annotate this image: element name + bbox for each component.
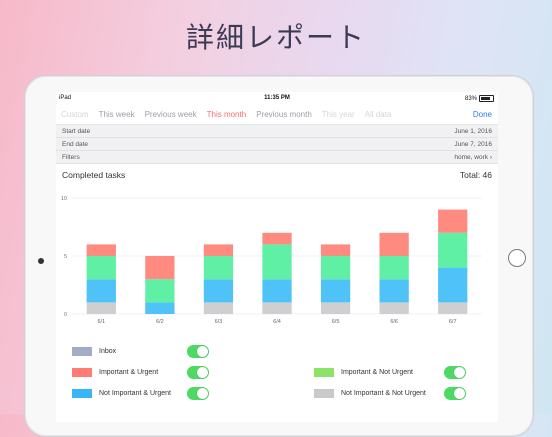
bar-segment [262,279,292,303]
filters-value-group: home, work › [454,154,492,161]
x-tick-label: 6/7 [449,319,457,325]
tab-previous-month[interactable]: Previous month [251,110,317,119]
filters-label: Filters [62,153,80,161]
bar-segment [145,279,175,303]
bar-segment [379,256,409,280]
filters-value: home, work [454,153,489,161]
important-not-urgent-toggle[interactable] [444,365,466,379]
chart-header: Completed tasks Total: 46 [56,164,498,180]
chevron-right-icon: › [489,153,492,161]
battery-group: 83% [465,95,494,102]
battery-icon [479,95,494,102]
not-important-not-urgent-toggle[interactable] [444,386,466,400]
tab-previous-week[interactable]: Previous week [140,110,202,119]
legend-swatch [314,388,334,398]
x-tick-label: 6/6 [390,319,398,325]
legend-item-not-important-not-urgent: Not Important & Not Urgent [314,386,466,400]
headline: 詳細レポート [185,21,366,54]
legend-label: Important & Not Urgent [341,368,413,376]
legend-swatch [72,346,92,356]
bar-segment [203,256,234,280]
legend-item-not-important-urgent: Not Important & Urgent [72,386,209,400]
clock: 11:35 PM [264,95,290,101]
bar-segment [438,232,468,268]
bar-segment [262,244,292,280]
bar-segment [262,232,292,245]
legend-item-important-urgent: Important & Urgent [72,365,209,379]
bar-segment [438,267,468,303]
bar-segment [262,302,292,314]
total-count: Total: 46 [459,170,492,180]
legend-swatch [314,367,334,377]
x-tick-label: 6/3 [215,319,223,325]
bar-segment [379,279,409,303]
tab-this-week[interactable]: This week [94,110,140,119]
filter-panel: Start date June 1, 2016 End date June 7,… [56,125,498,164]
bar-segment [86,244,116,256]
x-tick-label: 6/1 [97,319,105,325]
tab-all-data[interactable]: All data [360,110,397,119]
start-date-value: June 1, 2016 [454,127,492,135]
start-date-row[interactable]: Start date June 1, 2016 [56,125,498,138]
bar-segment [203,302,234,314]
legend-swatch [72,367,92,377]
tab-this-year[interactable]: This year [317,110,360,119]
bar-segment [438,302,468,314]
inbox-toggle[interactable] [187,344,209,358]
y-tick-label: 0 [64,312,67,318]
x-tick-label: 6/4 [273,319,281,325]
camera [38,258,44,264]
bar-segment [145,302,175,314]
bar-segment [320,279,351,303]
bar-segment [86,256,116,280]
end-date-label: End date [62,140,89,148]
legend-label: Important & Urgent [99,368,159,376]
filters-row[interactable]: Filters home, work › [56,151,498,164]
app-screen: iPad 11:35 PM 83% Custom This week Previ… [56,92,498,422]
not-important-urgent-toggle[interactable] [187,386,209,400]
bar-segment [379,232,409,256]
bar-segment [86,279,116,303]
end-date-value: June 7, 2016 [454,140,492,148]
bar-segment [203,279,234,303]
bar-segment [320,244,351,256]
tab-custom[interactable]: Custom [56,110,94,119]
legend-label: Not Important & Urgent [99,389,171,397]
x-tick-label: 6/2 [156,319,164,325]
y-tick-label: 5 [64,254,67,260]
completed-tasks-chart: 0 5 10 6/1 6/2 6/3 6/4 6/5 6/6 6/7 [61,196,482,325]
y-tick-label: 10 [61,196,67,202]
end-date-row[interactable]: End date June 7, 2016 [56,138,498,151]
done-button[interactable]: Done [473,110,492,119]
tab-this-month[interactable]: This month [202,110,252,119]
bar-segment [379,302,409,314]
x-tick-label: 6/5 [332,319,340,325]
important-urgent-toggle[interactable] [187,365,209,379]
bar-segment [203,244,234,256]
bar-segment [86,302,116,314]
chart-title: Completed tasks [62,170,126,180]
bar-segment [438,209,468,233]
status-bar: iPad 11:35 PM 83% [56,92,498,104]
legend-item-important-not-urgent: Important & Not Urgent [314,365,466,379]
home-button[interactable] [508,249,526,267]
start-date-label: Start date [62,127,91,135]
legend-label: Not Important & Not Urgent [341,389,426,397]
legend-label: Inbox [99,347,117,355]
legend-item-inbox: Inbox [72,344,209,358]
period-tabs: Custom This week Previous week This mont… [56,104,498,125]
bar-segment [320,302,351,314]
legend-swatch [72,388,92,398]
bar-segment [320,256,351,280]
bar-segment [145,256,175,280]
battery-percent: 83% [464,95,477,102]
